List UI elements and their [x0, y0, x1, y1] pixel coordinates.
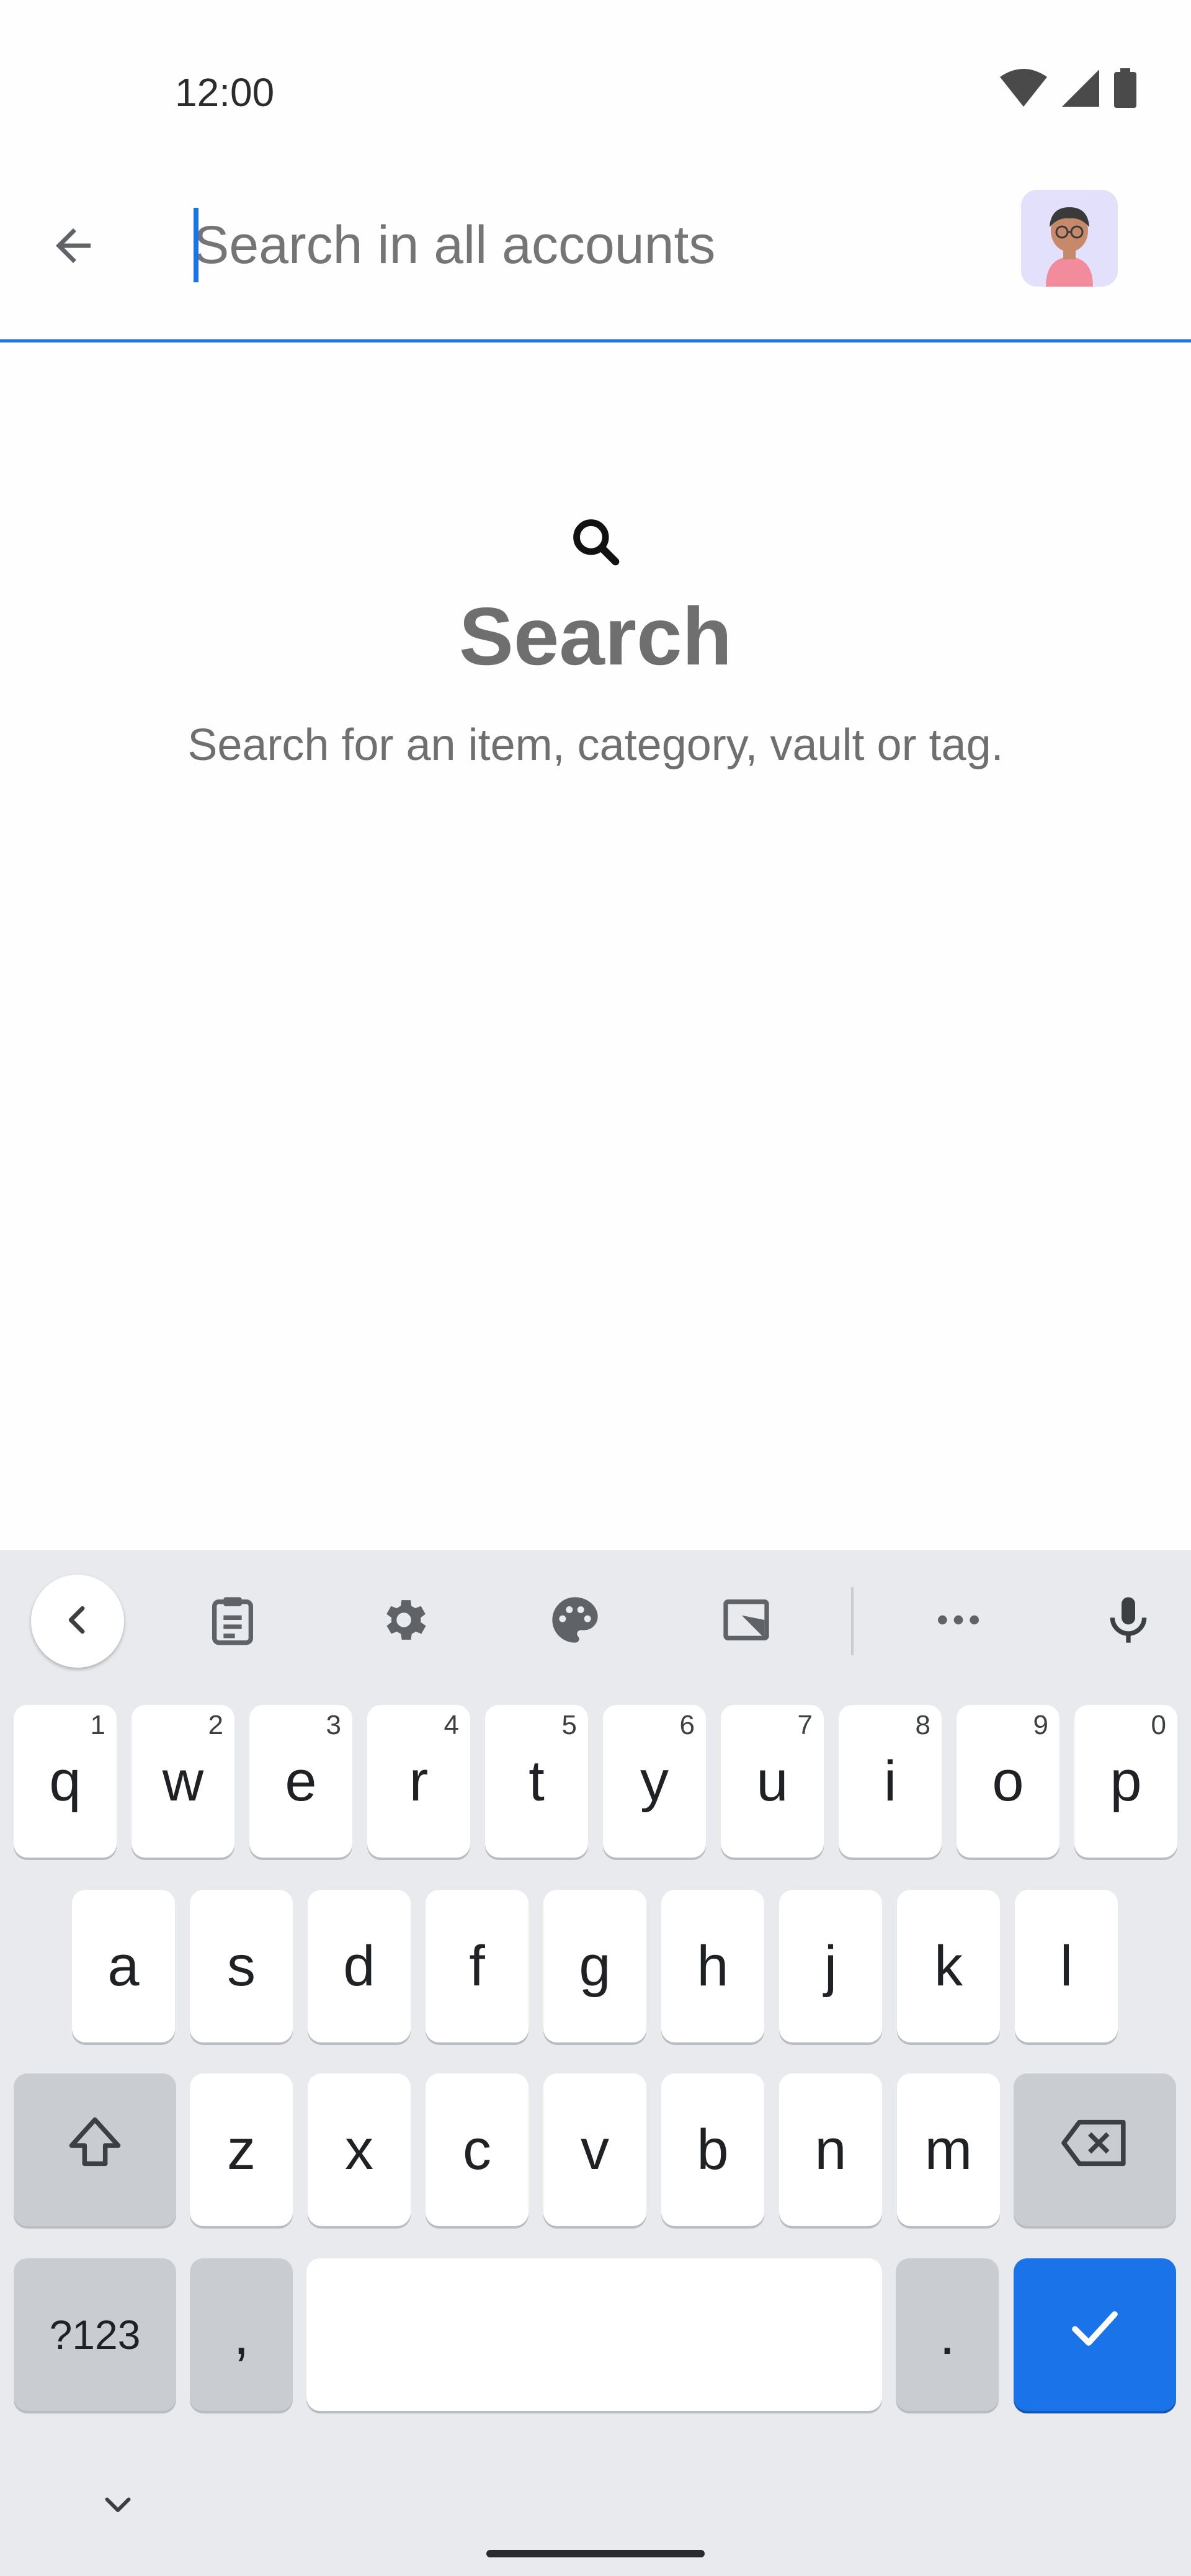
key-label: t — [529, 1749, 545, 1813]
key-g[interactable]: g — [543, 1890, 646, 2042]
key-i[interactable]: i8 — [839, 1705, 942, 1858]
search-input[interactable] — [194, 205, 975, 285]
key-r[interactable]: r4 — [367, 1705, 470, 1858]
key-o[interactable]: o9 — [957, 1705, 1059, 1858]
enter-key[interactable] — [1014, 2258, 1176, 2411]
key-label: y — [640, 1749, 669, 1813]
key-label: e — [285, 1749, 317, 1813]
key-number-hint: 2 — [208, 1710, 223, 1740]
key-number-hint: 0 — [1151, 1710, 1166, 1740]
palette-icon — [548, 1593, 602, 1650]
settings-button[interactable] — [357, 1575, 450, 1668]
period-key[interactable]: . — [896, 2258, 999, 2411]
chevron-down-icon — [99, 2485, 136, 2526]
key-n[interactable]: n — [779, 2073, 882, 2226]
key-label: w — [162, 1749, 204, 1813]
search-icon — [0, 515, 1191, 568]
key-number-hint: 9 — [1033, 1710, 1048, 1740]
key-l[interactable]: l — [1015, 1890, 1118, 2042]
voice-input-button[interactable] — [1082, 1575, 1175, 1668]
empty-state: Search Search for an item, category, vau… — [0, 515, 1191, 770]
toolbar-divider — [851, 1587, 854, 1655]
key-c[interactable]: c — [426, 2073, 529, 2226]
key-m[interactable]: m — [897, 2073, 1000, 2226]
symbols-key[interactable]: ?123 — [14, 2258, 176, 2411]
key-j[interactable]: j — [779, 1890, 882, 2042]
key-f[interactable]: f — [426, 1890, 529, 2042]
status-bar: 12:00 — [0, 0, 1191, 180]
battery-icon — [1113, 68, 1138, 111]
text-caret — [194, 208, 198, 282]
more-icon — [931, 1593, 986, 1650]
key-label: r — [409, 1749, 429, 1813]
back-button[interactable] — [37, 211, 109, 283]
resize-icon — [719, 1593, 774, 1650]
key-e[interactable]: e3 — [249, 1705, 352, 1858]
collapse-toolbar-button[interactable] — [31, 1575, 124, 1668]
avatar-icon — [1021, 190, 1118, 287]
key-label: o — [992, 1749, 1024, 1813]
key-p[interactable]: p0 — [1074, 1705, 1177, 1858]
key-number-hint: 5 — [561, 1710, 577, 1740]
key-number-hint: 8 — [915, 1710, 930, 1740]
arrow-back-icon — [47, 220, 99, 275]
key-w[interactable]: w2 — [132, 1705, 234, 1858]
key-k[interactable]: k — [897, 1890, 1000, 2042]
backspace-icon — [1058, 2112, 1132, 2188]
status-icons — [999, 68, 1138, 111]
key-x[interactable]: x — [308, 2073, 411, 2226]
key-label: u — [756, 1749, 788, 1813]
clipboard-icon — [205, 1593, 260, 1650]
theme-button[interactable] — [529, 1575, 622, 1668]
gear-icon — [377, 1593, 431, 1650]
hide-keyboard-button[interactable] — [93, 2480, 143, 2530]
key-u[interactable]: u7 — [721, 1705, 824, 1858]
key-v[interactable]: v — [543, 2073, 646, 2226]
space-key[interactable] — [306, 2258, 882, 2411]
empty-state-title: Search — [458, 591, 733, 682]
key-label: i — [883, 1749, 897, 1813]
key-d[interactable]: d — [308, 1890, 411, 2042]
key-h[interactable]: h — [661, 1890, 764, 2042]
cell-signal-icon — [1061, 68, 1100, 111]
wifi-icon — [999, 68, 1048, 111]
key-number-hint: 7 — [797, 1710, 813, 1740]
keyboard-toolbar — [0, 1550, 1191, 1693]
key-label: q — [49, 1749, 81, 1813]
key-b[interactable]: b — [661, 2073, 764, 2226]
key-label: p — [1110, 1749, 1142, 1813]
resize-button[interactable] — [700, 1575, 793, 1668]
empty-state-description: Search for an item, category, vault or t… — [187, 720, 1004, 770]
key-a[interactable]: a — [72, 1890, 175, 2042]
checkmark-icon — [1065, 2298, 1125, 2371]
key-number-hint: 3 — [326, 1710, 341, 1740]
clipboard-button[interactable] — [186, 1575, 279, 1668]
key-t[interactable]: t5 — [485, 1705, 588, 1858]
shift-icon — [64, 2112, 126, 2188]
key-number-hint: 1 — [90, 1710, 105, 1740]
status-time: 12:00 — [175, 70, 275, 115]
chevron-left-icon — [58, 1600, 97, 1643]
key-q[interactable]: q1 — [14, 1705, 117, 1858]
key-y[interactable]: y6 — [603, 1705, 706, 1858]
key-number-hint: 4 — [444, 1710, 459, 1740]
more-button[interactable] — [912, 1575, 1005, 1668]
gesture-nav-bar[interactable] — [486, 2550, 705, 2557]
keyboard: q1w2e3r4t5y6u7i8o9p0 asdfghjkl zxcvbnm ?… — [0, 1550, 1191, 2576]
key-z[interactable]: z — [190, 2073, 293, 2226]
mic-icon — [1101, 1593, 1156, 1650]
comma-key[interactable]: , — [190, 2258, 293, 2411]
shift-key[interactable] — [14, 2073, 176, 2226]
backspace-key[interactable] — [1014, 2073, 1176, 2226]
account-avatar-button[interactable] — [1021, 190, 1118, 287]
key-s[interactable]: s — [190, 1890, 293, 2042]
key-number-hint: 6 — [679, 1710, 695, 1740]
